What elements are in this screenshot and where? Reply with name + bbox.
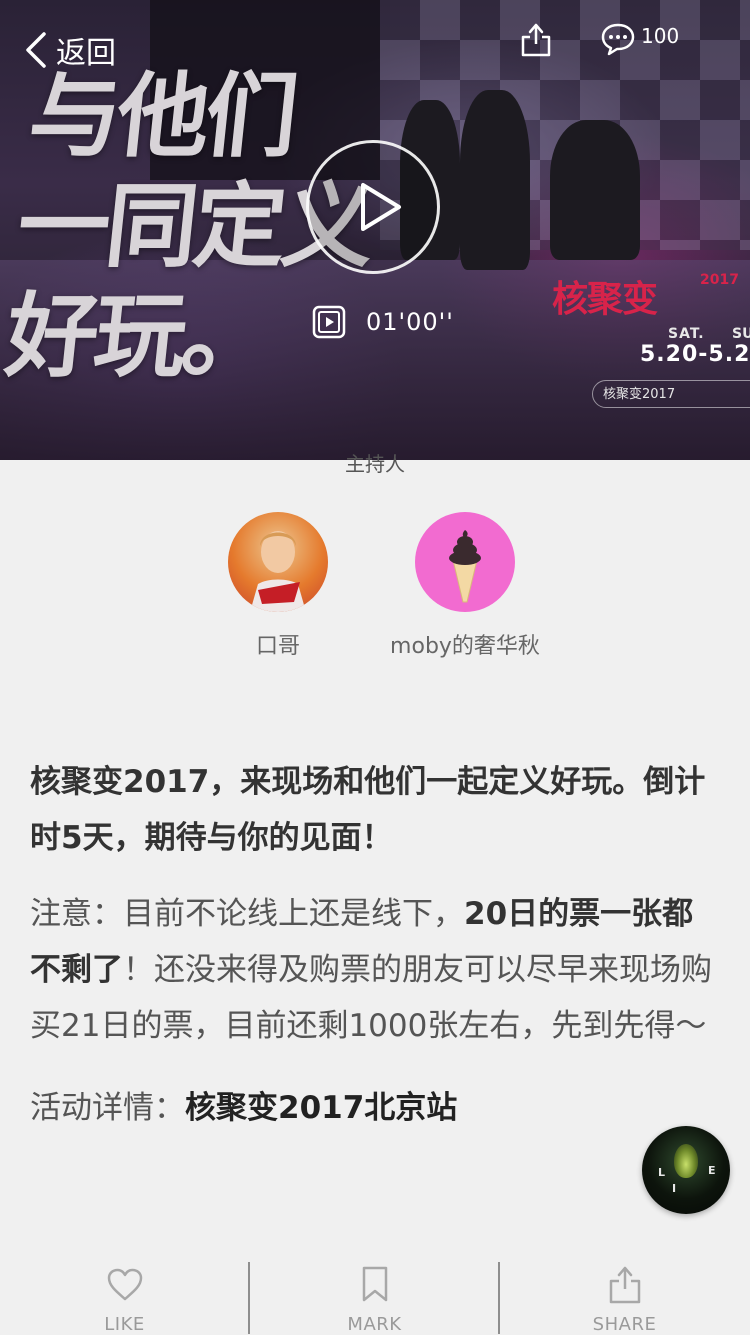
back-button[interactable]: 返回 bbox=[22, 28, 116, 72]
article-notice: 注意：目前不论线上还是线下，20日的票一张都不剩了！还没来得及购票的朋友可以尽早… bbox=[30, 886, 720, 1054]
video-duration-icon bbox=[312, 305, 346, 339]
notice-prefix: 注意：目前不论线上还是线下， bbox=[30, 896, 464, 932]
detail-label: 活动详情： bbox=[30, 1090, 185, 1126]
article-body: 核聚变2017，来现场和他们一起定义好玩。倒计时5天，期待与你的见面！ 注意：目… bbox=[30, 754, 720, 1156]
player-letter: L bbox=[658, 1166, 666, 1179]
back-label: 返回 bbox=[56, 36, 116, 71]
mark-button[interactable]: MARK bbox=[250, 1262, 499, 1335]
share-icon bbox=[609, 1266, 640, 1304]
play-button[interactable] bbox=[306, 140, 440, 274]
chevron-left-icon bbox=[26, 32, 46, 68]
video-cover[interactable]: 与他们 一同定义 好玩。 核聚变 2017 SAT. SUN 5.20-5.21… bbox=[0, 0, 750, 460]
poster-year: 2017 bbox=[700, 272, 739, 288]
floating-music-player[interactable]: L I E bbox=[642, 1126, 730, 1214]
comment-count[interactable]: 100 bbox=[641, 24, 679, 48]
poster-days: SAT. bbox=[668, 326, 705, 342]
hosts-title: 主持人 bbox=[345, 452, 405, 476]
article-detail: 活动详情：核聚变2017北京站 bbox=[30, 1080, 720, 1136]
avatar[interactable] bbox=[228, 512, 328, 612]
like-label: LIKE bbox=[104, 1314, 145, 1335]
poster-search-box: 核聚变2017 bbox=[592, 380, 750, 408]
mark-label: MARK bbox=[347, 1314, 402, 1335]
poster-days-2: SUN bbox=[732, 326, 750, 342]
like-button[interactable]: LIKE bbox=[0, 1262, 249, 1335]
heart-icon bbox=[107, 1268, 142, 1301]
bookmark-icon bbox=[362, 1266, 387, 1302]
video-duration: 01'00'' bbox=[366, 308, 454, 336]
alien-egg-icon bbox=[674, 1144, 698, 1178]
host-item[interactable]: moby的奢华秋 bbox=[355, 512, 575, 660]
share-button[interactable]: SHARE bbox=[500, 1262, 749, 1335]
bottom-action-bar: LIKE MARK SHARE bbox=[0, 1262, 750, 1335]
article-lead: 核聚变2017，来现场和他们一起定义好玩。倒计时5天，期待与你的见面！ bbox=[30, 764, 706, 856]
play-icon bbox=[361, 183, 401, 231]
notice-suffix: ！还没来得及购票的朋友可以尽早来现场购买21日的票，目前还剩1000张左右，先到… bbox=[30, 952, 712, 1044]
avatar[interactable] bbox=[415, 512, 515, 612]
poster-brand: 核聚变 bbox=[552, 279, 658, 320]
share-label: SHARE bbox=[592, 1314, 657, 1335]
poster-dates: 5.20-5.21 bbox=[640, 342, 750, 367]
player-letter: I bbox=[672, 1182, 677, 1195]
comment-bubble-icon[interactable] bbox=[600, 22, 636, 56]
host-name: moby的奢华秋 bbox=[390, 634, 540, 659]
detail-link[interactable]: 核聚变2017北京站 bbox=[185, 1090, 457, 1126]
share-icon[interactable] bbox=[518, 20, 554, 60]
player-letter: E bbox=[708, 1164, 716, 1177]
